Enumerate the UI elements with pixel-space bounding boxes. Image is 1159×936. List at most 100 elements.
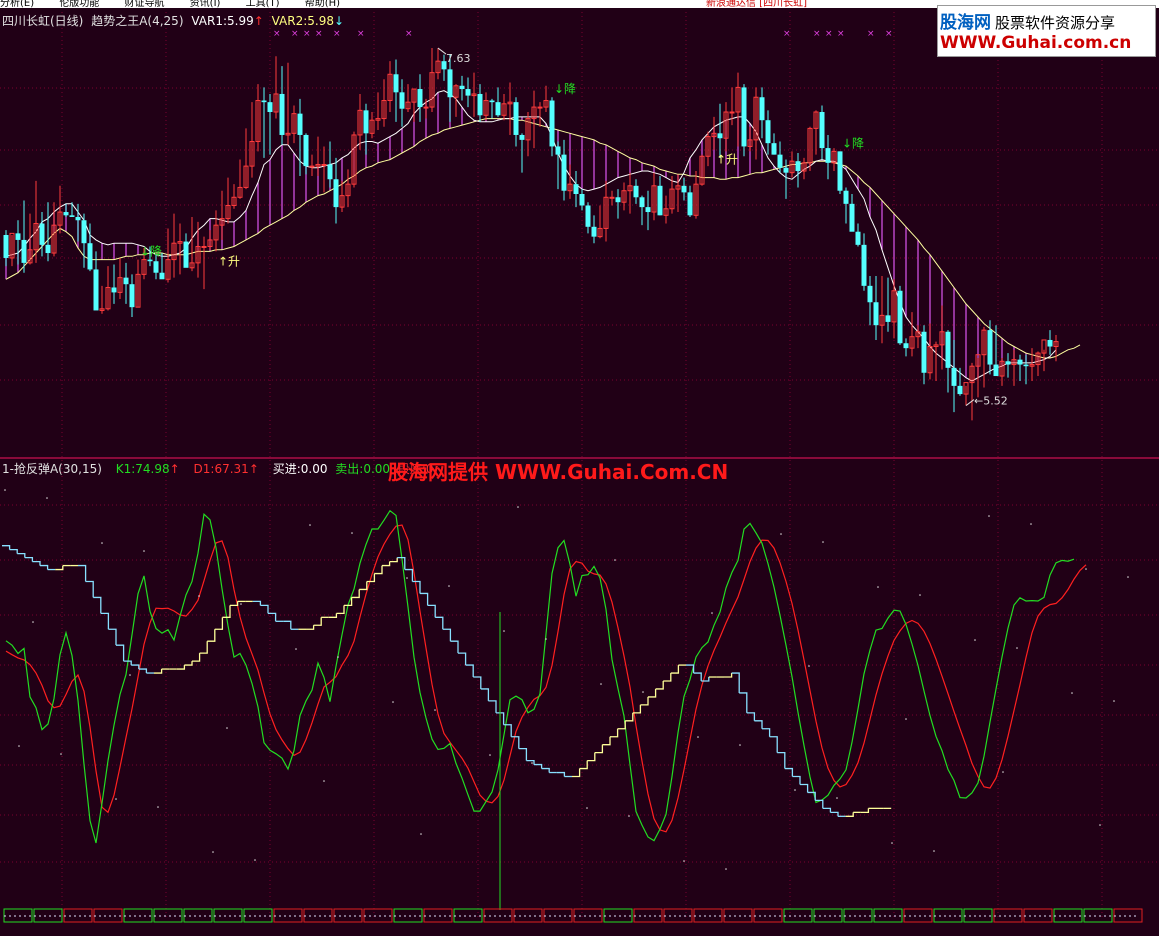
candles (3, 48, 1059, 421)
signal-strip (3, 908, 1143, 923)
step-segment (2, 545, 11, 550)
candle-down (783, 167, 789, 173)
dot (933, 850, 935, 852)
strip-cell (753, 908, 783, 923)
candle-down (279, 93, 285, 135)
strip-cell (1113, 908, 1143, 923)
candle-down (45, 244, 51, 254)
step-segment (465, 664, 474, 678)
x-marker: × (825, 29, 833, 39)
step-segment (306, 625, 315, 630)
brand-slogan: 股票软件资源分享 (995, 14, 1116, 32)
dot (600, 683, 602, 685)
strip-cell (33, 908, 63, 923)
menu-item-analysis[interactable]: 分析(E) (0, 0, 34, 8)
step-segment (450, 640, 459, 654)
step-segment (359, 581, 368, 591)
menu-item-extras[interactable]: 伦版功能 (59, 0, 99, 8)
strip-cell (693, 908, 723, 923)
step-segment (435, 616, 444, 630)
dot (198, 595, 200, 597)
dot (46, 497, 48, 499)
candle-down (477, 93, 483, 116)
candle-down (549, 100, 555, 147)
strip-cell (1083, 908, 1113, 923)
strip-cell (393, 908, 423, 923)
strip-cell (1053, 908, 1083, 923)
candle-down (573, 184, 579, 194)
candle-down (363, 110, 369, 134)
indicator-name: 趋势之王A(4,25) (91, 14, 184, 28)
step-segment (731, 672, 740, 693)
step-segment (420, 592, 429, 606)
step-segment (85, 580, 94, 598)
down-arrow-icon: ↓ (334, 14, 345, 28)
strip-cell (663, 908, 693, 923)
brand-url: WWW.Guhai.com.cn (940, 33, 1132, 53)
dot (129, 674, 131, 676)
strip-cell (63, 908, 93, 923)
dot (101, 542, 103, 544)
ad-banner[interactable]: 新浪通达信 [四川长虹] (706, 0, 807, 8)
dot (323, 780, 325, 782)
dot (406, 577, 408, 579)
menu-item-help[interactable]: 帮助(H) (305, 0, 340, 8)
candle-down (945, 331, 951, 368)
strip-cell (453, 908, 483, 923)
step-segment (693, 672, 702, 681)
price-pointer (965, 399, 975, 406)
dot (794, 789, 796, 791)
candle-down (21, 239, 27, 263)
x-marker: × (837, 29, 845, 39)
strip-cell (93, 908, 123, 923)
candle-down (579, 194, 585, 206)
step-segment (845, 812, 854, 817)
step-segment (769, 736, 778, 753)
menu-item-navigation[interactable]: 财证导航 (125, 0, 165, 8)
candle-down (465, 89, 471, 96)
step-segment (473, 676, 482, 689)
var2-line (5, 118, 1081, 359)
dot (1099, 824, 1101, 826)
dot (337, 656, 339, 658)
sell-signal-label: ↓降 (140, 245, 162, 259)
candle-up (729, 111, 735, 114)
step-segment (610, 728, 619, 738)
candle-down (129, 284, 135, 308)
dot (905, 718, 907, 720)
x-marker: × (405, 29, 413, 39)
strip-cell (573, 908, 603, 923)
dot (877, 586, 879, 588)
candle-down (159, 272, 165, 280)
step-segment (374, 565, 383, 575)
dot (725, 868, 727, 870)
sell-value: 卖出:0.00 (335, 462, 391, 476)
dot (642, 691, 644, 693)
step-segment (214, 617, 224, 630)
candle-down (987, 330, 993, 365)
d1-line (5, 524, 1087, 833)
strip-cell (123, 908, 153, 923)
step-segment (746, 712, 756, 721)
dot (295, 648, 297, 650)
step-segment (625, 712, 634, 722)
step-segment (724, 673, 733, 678)
watermark-text: 股海网提供 WWW.Guhai.Com.CN (388, 460, 729, 484)
strip-cell (1023, 908, 1053, 923)
step-segment (800, 783, 809, 793)
candle-up (537, 106, 543, 109)
x-marker: × (813, 29, 821, 39)
step-segment (404, 568, 414, 582)
step-segment (17, 552, 26, 558)
step-segment (9, 549, 18, 554)
candle-down (153, 261, 159, 273)
sell-signal-label: ↓降 (842, 136, 864, 150)
step-segment (663, 673, 672, 682)
dot (226, 727, 228, 729)
menu-item-tools[interactable]: 工具(T) (246, 0, 280, 8)
step-segment (784, 767, 794, 777)
buy-value: 买进:0.00 (272, 462, 328, 476)
candle-down (393, 74, 399, 93)
upper-indicator-header: 四川长虹(日线) 趋势之王A(4,25) VAR1:5.99↑ VAR2:5.9… (2, 12, 348, 29)
menu-item-news[interactable]: 资讯(I) (190, 0, 221, 8)
